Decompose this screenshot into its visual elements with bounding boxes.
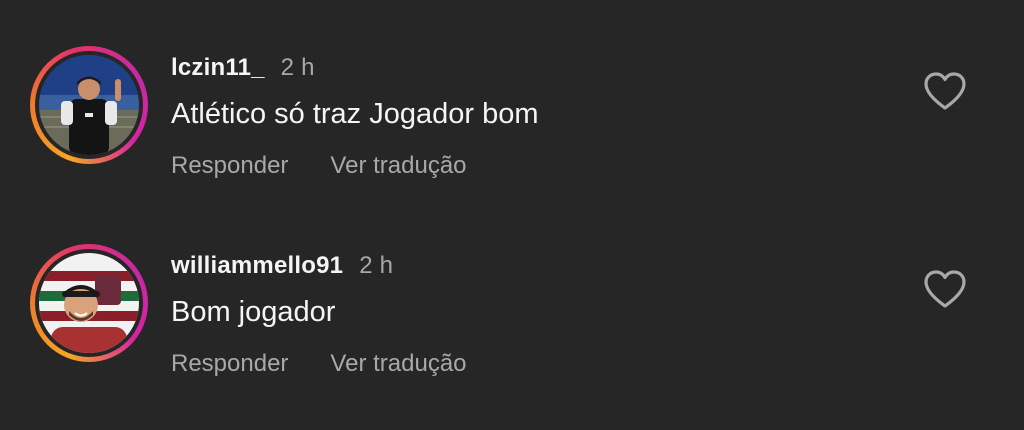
avatar-story-ring[interactable] <box>30 46 148 164</box>
avatar-image <box>39 253 139 353</box>
username-link[interactable]: williammello91 <box>171 252 343 279</box>
comment-header: williammello91 2 h <box>171 252 393 280</box>
heart-outline-icon <box>924 270 966 308</box>
avatar[interactable] <box>39 55 139 155</box>
reply-button[interactable]: Responder <box>171 152 288 180</box>
avatar-story-ring[interactable] <box>30 244 148 362</box>
comment-time: 2 h <box>280 54 315 81</box>
like-button[interactable] <box>922 268 968 310</box>
comments-list: lczin11_ 2 h Atlético só traz Jogador bom… <box>0 0 1024 430</box>
reply-button[interactable]: Responder <box>171 350 288 378</box>
avatar-image <box>39 55 139 155</box>
comment-actions: Responder Ver tradução <box>171 350 467 378</box>
comment-actions: Responder Ver tradução <box>171 152 467 180</box>
comment-item: lczin11_ 2 h Atlético só traz Jogador bom… <box>0 40 1024 210</box>
comment-item: williammello91 2 h Bom jogador Responder V… <box>0 238 1024 408</box>
avatar[interactable] <box>39 253 139 353</box>
comment-time: 2 h <box>359 252 394 279</box>
heart-outline-icon <box>924 72 966 110</box>
see-translation-button[interactable]: Ver tradução <box>330 152 466 180</box>
like-button[interactable] <box>922 70 968 112</box>
see-translation-button[interactable]: Ver tradução <box>330 350 466 378</box>
comment-text: Atlético só traz Jogador bom <box>171 98 539 130</box>
username-link[interactable]: lczin11_ <box>171 54 265 81</box>
comment-text: Bom jogador <box>171 296 336 328</box>
comment-header: lczin11_ 2 h <box>171 54 315 82</box>
